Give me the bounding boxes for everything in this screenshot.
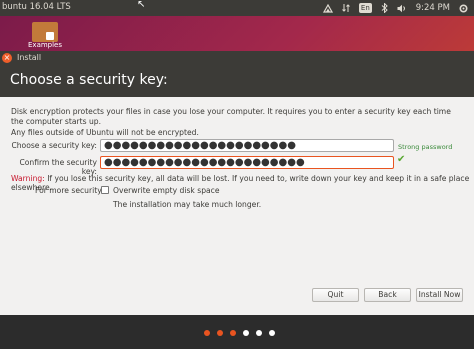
panel-title: buntu 16.04 LTS bbox=[2, 2, 71, 12]
progress-dot bbox=[269, 330, 275, 336]
sort-arrows-icon[interactable] bbox=[342, 1, 350, 15]
progress-dot bbox=[230, 330, 236, 336]
encryption-note: Any files outside of Ubuntu will not be … bbox=[11, 128, 199, 137]
progress-dots bbox=[0, 315, 474, 349]
close-icon[interactable]: × bbox=[2, 53, 12, 63]
install-now-button[interactable]: Install Now bbox=[416, 288, 463, 302]
checkmark-icon: ✔ bbox=[397, 154, 406, 165]
password-strength-text: Strong password bbox=[398, 143, 453, 151]
window-titlebar[interactable]: × Install bbox=[0, 51, 474, 65]
progress-dot bbox=[243, 330, 249, 336]
page-title: Choose a security key: bbox=[10, 72, 168, 88]
clock[interactable]: 9:24 PM bbox=[416, 1, 450, 15]
progress-dot bbox=[204, 330, 210, 336]
quit-button[interactable]: Quit bbox=[312, 288, 359, 302]
desktop-icon-examples[interactable]: Examples bbox=[28, 22, 63, 49]
bluetooth-icon[interactable] bbox=[381, 1, 388, 15]
intro-text: Disk encryption protects your files in c… bbox=[11, 107, 451, 126]
back-button[interactable]: Back bbox=[364, 288, 411, 302]
gear-icon[interactable] bbox=[459, 1, 468, 15]
mouse-cursor-icon: ↖ bbox=[137, 0, 146, 10]
overwrite-disk-checkbox[interactable] bbox=[101, 186, 109, 194]
system-tray: En 9:24 PM bbox=[322, 1, 468, 15]
security-key-label: Choose a security key: bbox=[11, 141, 97, 150]
slow-install-note: The installation may take much longer. bbox=[113, 200, 262, 209]
installer-window: × Install Choose a security key: Disk en… bbox=[0, 51, 474, 315]
progress-dot bbox=[217, 330, 223, 336]
main-content: Disk encryption protects your files in c… bbox=[0, 97, 474, 315]
overwrite-disk-label[interactable]: Overwrite empty disk space bbox=[113, 186, 220, 195]
page-header: Choose a security key: bbox=[0, 65, 474, 97]
top-panel: buntu 16.04 LTS ↖ En 9:24 PM bbox=[0, 0, 474, 16]
volume-icon[interactable] bbox=[397, 1, 407, 15]
more-security-label: For more security: bbox=[35, 186, 104, 195]
warning-label: Warning: bbox=[11, 174, 45, 183]
desktop-icon-label: Examples bbox=[28, 41, 63, 49]
keyboard-layout-indicator[interactable]: En bbox=[358, 3, 372, 13]
folder-icon bbox=[32, 22, 58, 42]
network-icon[interactable] bbox=[322, 1, 333, 15]
window-title: Install bbox=[17, 53, 42, 62]
confirm-key-input[interactable]: ●●●●●●●●●●●●●●●●●●●●●●● bbox=[100, 156, 394, 169]
security-key-input[interactable]: ●●●●●●●●●●●●●●●●●●●●●● bbox=[100, 139, 394, 152]
progress-dot bbox=[256, 330, 262, 336]
